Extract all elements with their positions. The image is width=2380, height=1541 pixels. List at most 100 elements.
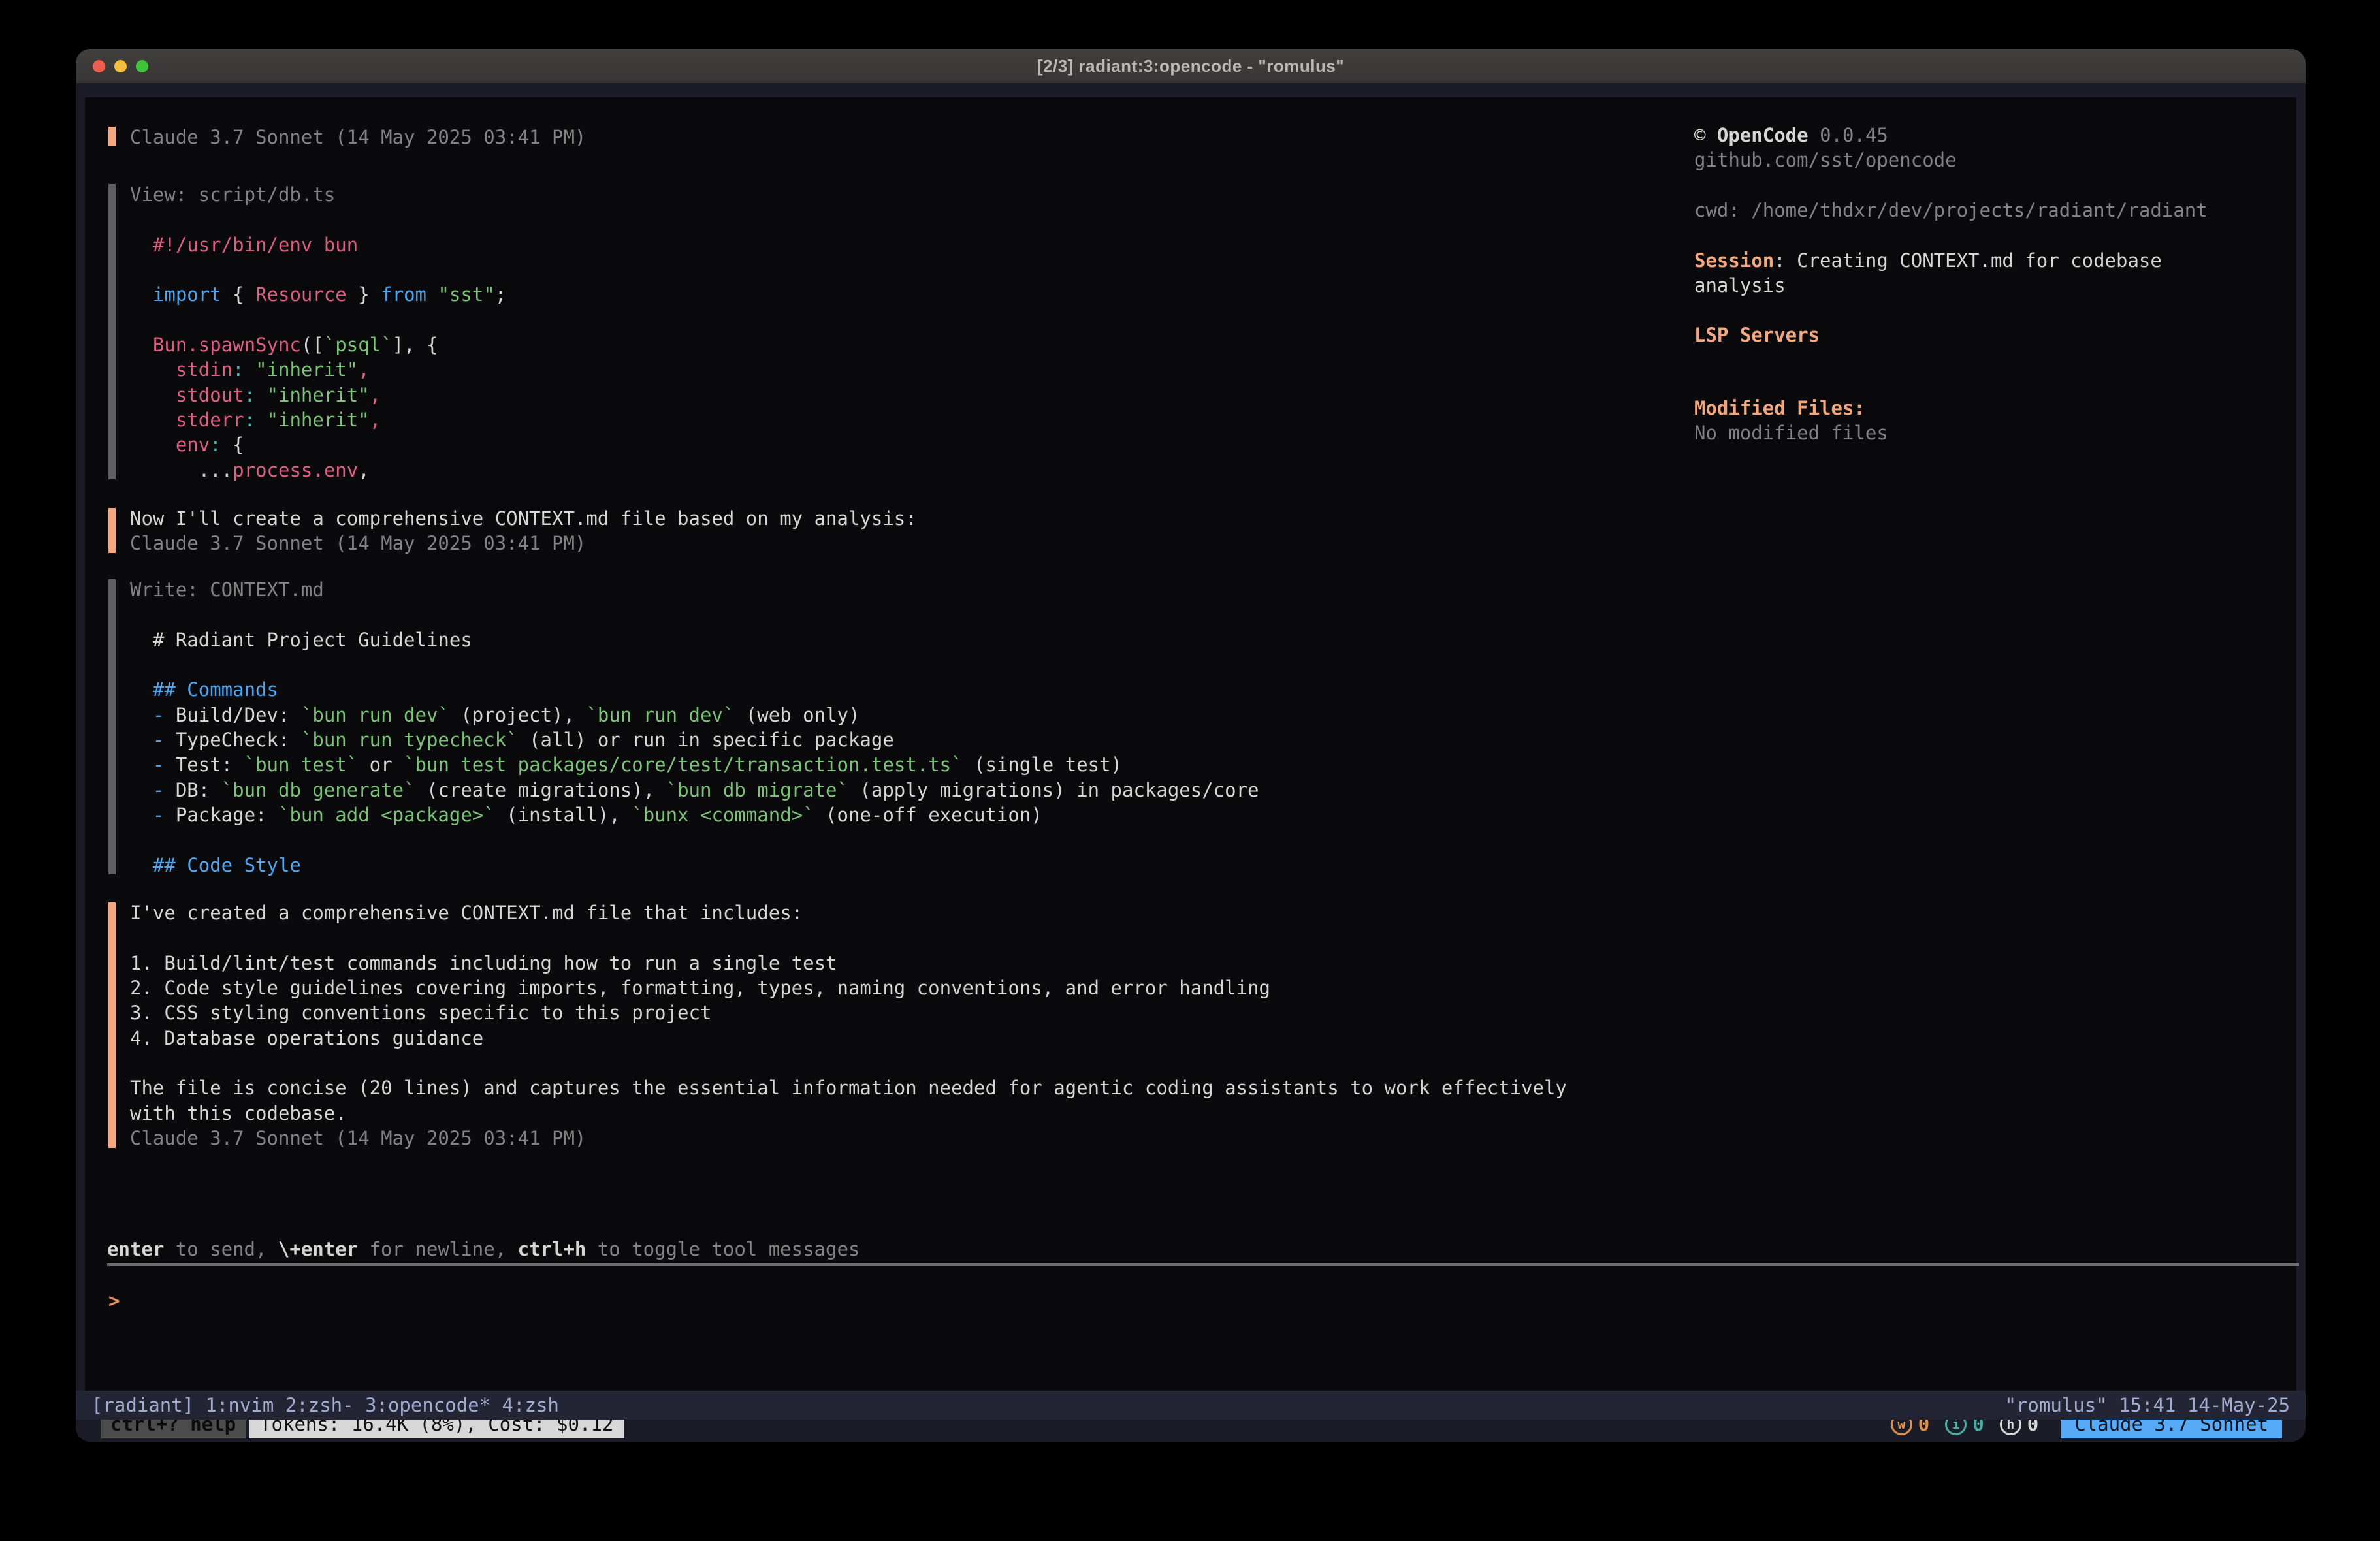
tmux-statusbar: [radiant] 1:nvim 2:zsh- 3:opencode* 4:zs… — [76, 1391, 2306, 1420]
text-segment: 1. Build/lint/test commands including ho… — [130, 952, 837, 974]
text-segment: `bun test` — [244, 754, 359, 776]
text-segment: "sst" — [438, 283, 494, 306]
text-segment: © — [1694, 124, 1717, 146]
message-block: View: script/db.ts #!/usr/bin/env bun im… — [108, 182, 506, 483]
terminal-line — [130, 308, 506, 332]
terminal-line — [130, 925, 1567, 950]
text-segment: `bunx <command>` — [632, 804, 814, 826]
desktop: { "palette": { "term_margin": "#1b1c28",… — [0, 0, 2380, 1541]
text-segment — [255, 384, 266, 406]
text-segment — [130, 704, 153, 726]
terminal-line — [130, 257, 506, 282]
message-block: I've created a comprehensive CONTEXT.md … — [108, 900, 1567, 1151]
terminal-line — [130, 827, 1259, 852]
keybinding-hints: enter to send, \+enter for newline, ctrl… — [107, 1237, 860, 1262]
text-segment: Package: — [176, 804, 278, 826]
text-segment: - — [153, 729, 176, 751]
text-segment: # Radiant Project Guidelines — [130, 629, 472, 651]
text-segment: Build/Dev: — [176, 704, 301, 726]
terminal-line: import { Resource } from "sst"; — [130, 282, 506, 307]
terminal-line — [130, 207, 506, 232]
text-segment: View: script/db.ts — [130, 183, 335, 206]
text-segment — [130, 779, 153, 801]
text-segment: "inherit" — [255, 358, 358, 381]
text-segment — [244, 358, 255, 381]
assistant-accent-bar — [108, 508, 116, 553]
tmux-host-clock: "romulus" 15:41 14-May-25 — [2005, 1394, 2291, 1416]
terminal-line: I've created a comprehensive CONTEXT.md … — [130, 900, 1567, 925]
terminal-line: 2. Code style guidelines covering import… — [130, 976, 1567, 1000]
text-segment: or — [358, 754, 404, 776]
terminal-line: LSP Servers — [1694, 323, 1820, 347]
text-segment: process.env — [233, 459, 358, 481]
tool-accent-bar — [108, 184, 116, 479]
text-segment: : Creating CONTEXT.md for codebase — [1774, 249, 2162, 272]
terminal-line: No modified files — [1694, 421, 1888, 445]
text-segment: from — [381, 283, 426, 306]
sidebar-section: cwd: /home/thdxr/dev/projects/radiant/ra… — [1694, 198, 2208, 223]
zoom-button[interactable] — [136, 60, 148, 72]
text-segment: (all) or run in specific package — [518, 729, 894, 751]
terminal-line: 3. CSS styling conventions specific to t… — [130, 1000, 1567, 1025]
text-segment: ; — [495, 283, 506, 306]
sidebar-section: Modified Files:No modified files — [1694, 396, 1888, 446]
text-segment: : — [244, 409, 255, 431]
tmux-windows-list: [radiant] 1:nvim 2:zsh- 3:opencode* 4:zs… — [91, 1394, 559, 1416]
text-segment: : — [233, 358, 244, 381]
text-segment — [130, 729, 153, 751]
text-segment — [130, 434, 176, 456]
terminal-line: The file is concise (20 lines) and captu… — [130, 1075, 1567, 1100]
terminal-line: ## Commands — [130, 677, 1259, 702]
text-segment: - — [153, 804, 176, 826]
text-segment: , — [358, 459, 369, 481]
terminal-line: Claude 3.7 Sonnet (14 May 2025 03:41 PM) — [130, 531, 917, 556]
text-segment: Test: — [176, 754, 244, 776]
terminal-line — [130, 1051, 1567, 1075]
text-segment — [130, 334, 153, 356]
text-segment: (create migrations), — [415, 779, 666, 801]
terminal-line: View: script/db.ts — [130, 182, 506, 207]
minimize-button[interactable] — [114, 60, 127, 72]
text-segment: LSP Servers — [1694, 324, 1820, 346]
prompt-line[interactable]: > — [108, 1288, 120, 1313]
text-segment: I've created a comprehensive CONTEXT.md … — [130, 902, 803, 924]
text-segment: ], { — [393, 334, 438, 356]
text-segment: Resource — [255, 283, 347, 306]
opencode-tui: Claude 3.7 Sonnet (14 May 2025 03:41 PM)… — [85, 97, 2296, 1391]
terminal-line: Session: Creating CONTEXT.md for codebas… — [1694, 248, 2162, 273]
terminal-line: - Build/Dev: `bun run dev` (project), `b… — [130, 703, 1259, 727]
text-segment: - — [153, 754, 176, 776]
close-button[interactable] — [93, 60, 105, 72]
terminal-line: stderr: "inherit", — [130, 407, 506, 432]
text-segment: Claude 3.7 Sonnet (14 May 2025 03:41 PM) — [130, 532, 586, 554]
terminal-line: 1. Build/lint/test commands including ho… — [130, 951, 1567, 976]
text-segment: - — [153, 704, 176, 726]
text-segment — [130, 678, 153, 701]
text-segment: `bun db generate` — [221, 779, 415, 801]
text-segment: Session — [1694, 249, 1774, 272]
terminal-line: - DB: `bun db generate` (create migratio… — [130, 778, 1259, 802]
terminal-line: Modified Files: — [1694, 396, 1888, 421]
terminal-line: 4. Database operations guidance — [130, 1026, 1567, 1051]
terminal-window: [2/3] radiant:3:opencode - "romulus" Cla… — [76, 49, 2306, 1442]
terminal-line: - TypeCheck: `bun run typecheck` (all) o… — [130, 727, 1259, 752]
text-segment: , — [370, 384, 381, 406]
terminal-line: Bun.spawnSync([`psql`], { — [130, 332, 506, 357]
terminal-line: Write: CONTEXT.md — [130, 577, 1259, 602]
window-title: [2/3] radiant:3:opencode - "romulus" — [1037, 56, 1344, 76]
text-segment: "inherit" — [267, 384, 370, 406]
text-segment: `psql` — [324, 334, 393, 356]
text-segment: ... — [130, 459, 233, 481]
text-segment: (web only) — [734, 704, 860, 726]
input-divider — [107, 1263, 2299, 1266]
terminal-line: with this codebase. — [130, 1101, 1567, 1126]
text-segment — [130, 754, 153, 776]
text-segment: #!/usr/bin/env bun — [153, 234, 358, 256]
text-segment: : — [244, 384, 255, 406]
text-segment: } — [347, 283, 381, 306]
terminal-line: stdout: "inherit", — [130, 383, 506, 407]
terminal-line: Claude 3.7 Sonnet (14 May 2025 03:41 PM) — [130, 125, 586, 150]
titlebar: [2/3] radiant:3:opencode - "romulus" — [76, 49, 2306, 83]
text-segment: OpenCode — [1717, 124, 1809, 146]
terminal-line: Claude 3.7 Sonnet (14 May 2025 03:41 PM) — [130, 1126, 1567, 1151]
